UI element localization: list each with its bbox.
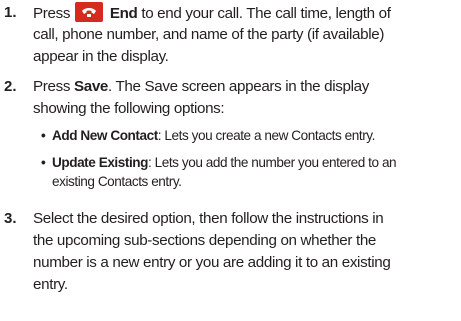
- option-update-existing: • Update Existing: Lets you add the numbe…: [41, 153, 459, 191]
- step-text-post: to end your call. The call time, length …: [141, 5, 391, 22]
- step-text: Press End to end your call. The call tim…: [33, 2, 457, 68]
- step-text-line: number is a new entry or you are adding …: [33, 254, 391, 271]
- step-text-line: appear in the display.: [33, 48, 169, 65]
- step-text-line: showing the following options:: [33, 100, 225, 117]
- instructions-page: 1. Press End to end your call. The call …: [0, 0, 461, 321]
- bullet: •: [41, 128, 46, 143]
- step-number: 2.: [4, 78, 17, 95]
- step-text-line: call, phone number, and name of the part…: [33, 26, 385, 43]
- step-text-line: entry.: [33, 276, 68, 293]
- option-desc: : Lets you add the number you entered to…: [147, 155, 397, 170]
- save-key-label: Save: [73, 78, 109, 95]
- step-text-post: . The Save screen appears in the display: [108, 78, 369, 95]
- option-add-new-contact: • Add New Contact: Lets you create a new …: [41, 126, 459, 145]
- step-text-pre: Press: [33, 5, 71, 22]
- bullet: •: [41, 155, 46, 170]
- end-call-icon: [74, 2, 103, 22]
- step-number: 1.: [4, 4, 17, 21]
- end-key-label: End: [109, 5, 138, 22]
- option-desc: : Lets you create a new Contacts entry.: [157, 128, 376, 143]
- option-title: Update Existing: [52, 155, 148, 170]
- step-text-pre: Press: [33, 78, 71, 95]
- option-desc-line: existing Contacts entry.: [52, 174, 182, 189]
- step-text: Select the desired option, then follow t…: [33, 208, 457, 296]
- step-text-line: Select the desired option, then follow t…: [33, 210, 384, 227]
- step-text-line: the upcoming sub-sections depending on w…: [33, 232, 377, 249]
- step-text: Press Save. The Save screen appears in t…: [33, 76, 457, 120]
- step-number: 3.: [4, 210, 17, 227]
- option-title: Add New Contact: [52, 128, 158, 143]
